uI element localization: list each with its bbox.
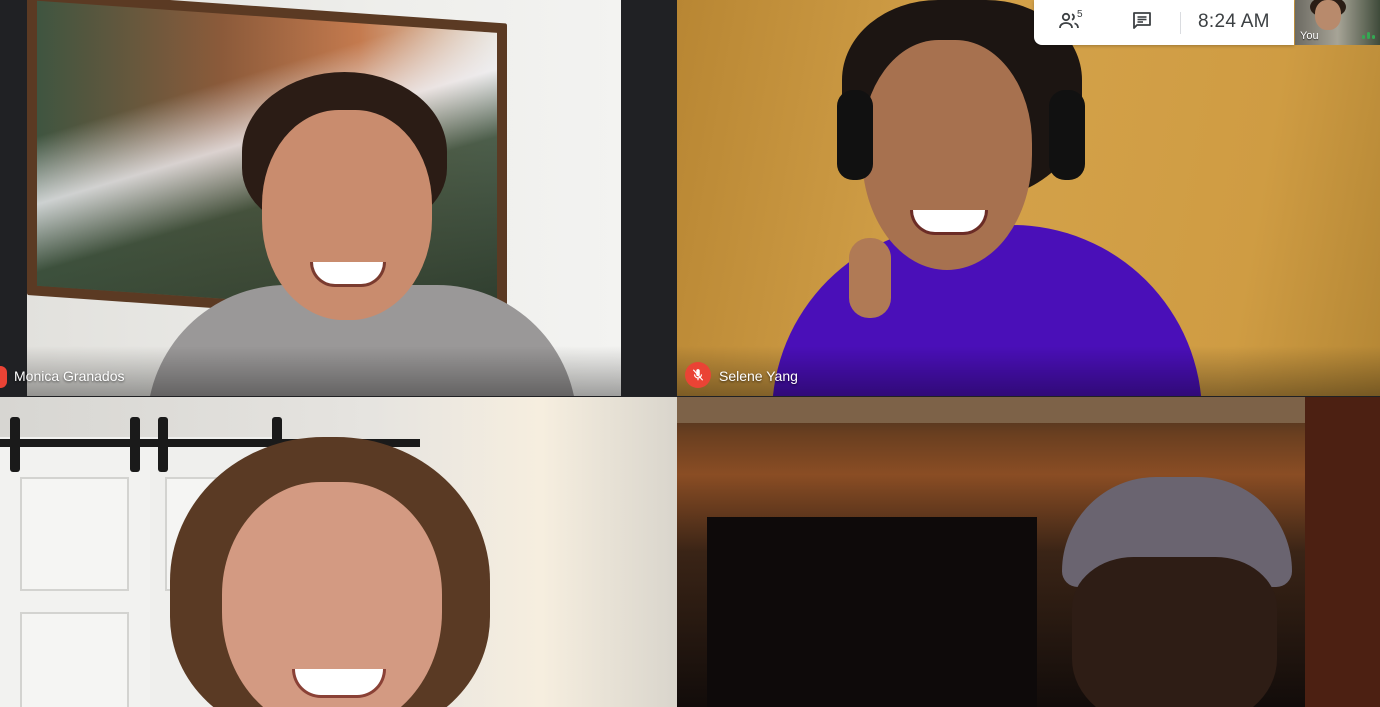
door-hanger (158, 417, 168, 472)
door-hanger (10, 417, 20, 472)
audio-level-icon (1362, 32, 1375, 39)
meeting-info-panel: 5 8:24 AM (1034, 0, 1294, 45)
divider (1180, 12, 1181, 34)
meeting-clock: 8:24 AM (1198, 11, 1270, 32)
participant-name-monica: Monica Granados (14, 368, 125, 384)
headphones (837, 90, 873, 180)
door-hanger (130, 417, 140, 472)
participant-tile-monica[interactable] (27, 0, 621, 396)
participant-name-selene: Selene Yang (719, 368, 798, 384)
curtain (1305, 397, 1380, 707)
mic-off-icon (0, 366, 7, 388)
person-face (1072, 557, 1277, 707)
chat-icon (1133, 12, 1151, 29)
video-feed (677, 0, 1380, 396)
participant-tile-selene[interactable]: Selene Yang (677, 0, 1380, 396)
person-face (862, 40, 1032, 270)
self-face (1315, 0, 1341, 30)
video-feed (677, 397, 1380, 707)
furniture (707, 517, 1037, 707)
participant-tile-4[interactable] (677, 397, 1380, 707)
mic-off-icon (685, 362, 711, 388)
video-feed (0, 397, 677, 707)
self-view-label: You (1300, 30, 1319, 42)
chat-button[interactable] (1130, 9, 1156, 35)
person-hand (849, 238, 891, 318)
participant-count: 5 (1077, 9, 1083, 20)
ceiling (677, 397, 1380, 423)
participant-tile-3[interactable] (0, 397, 677, 707)
headphones (1049, 90, 1085, 180)
self-view-thumbnail[interactable]: You (1295, 0, 1380, 45)
barn-door (0, 437, 153, 707)
person-face (262, 110, 432, 320)
video-feed (27, 0, 621, 396)
person-smile (292, 669, 386, 698)
